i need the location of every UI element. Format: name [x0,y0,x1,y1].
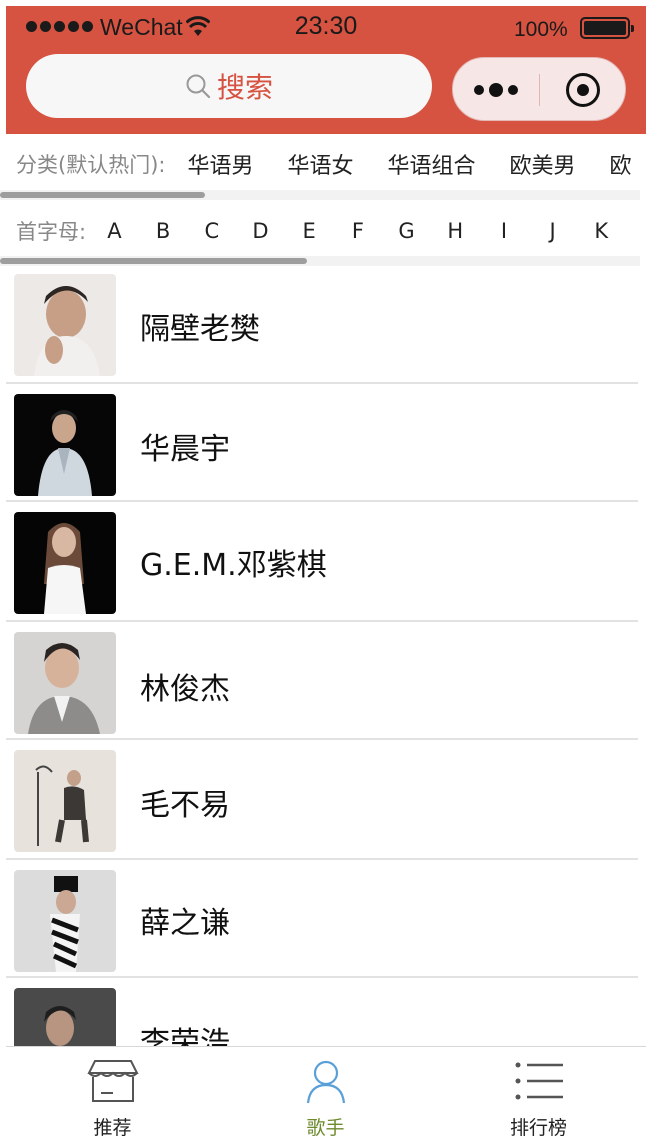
artist-avatar [14,750,116,852]
artist-name: 隔壁老樊 [140,312,260,347]
artist-avatar [14,988,116,1046]
artist-list[interactable]: 隔壁老樊 华晨宇 G.E.M.邓紫棋 林俊杰 毛不易 薛之谦 李荣浩 [6,266,646,1046]
more-menu-button[interactable] [453,58,539,122]
artist-avatar [14,870,116,972]
target-icon [566,73,600,107]
letter-item[interactable]: L [626,219,646,243]
category-item[interactable]: 欧美男 [510,148,576,180]
artist-avatar [14,274,116,376]
list-icon [515,1062,563,1100]
artist-name: 薛之谦 [140,906,230,941]
artist-avatar [14,632,116,734]
search-icon [186,74,211,99]
artist-row[interactable]: 李荣浩 [6,980,638,1046]
miniprogram-capsule [452,57,626,121]
close-miniprogram-button[interactable] [540,58,626,122]
letter-item[interactable]: H [431,219,480,243]
tab-label: 歌手 [306,1117,345,1139]
battery-percent: 100% [514,18,568,41]
letter-item[interactable]: F [334,219,383,243]
tab-singers[interactable]: 歌手 [219,1047,432,1143]
artist-name: 林俊杰 [140,672,230,707]
initial-label: 首字母: [16,220,87,244]
artist-avatar [14,394,116,496]
top-header: WeChat 23:30 100% 搜索 [6,6,646,134]
person-icon [306,1060,345,1104]
category-label: 分类(默认热门): [16,153,166,177]
artist-row[interactable]: G.E.M.邓紫棋 [6,504,638,622]
tab-label: 排行榜 [509,1117,567,1139]
status-bar: WeChat 23:30 100% [6,6,646,50]
artist-name: G.E.M.邓紫棋 [140,548,327,583]
artist-avatar [14,512,116,614]
category-scroll-thumb[interactable] [0,192,205,198]
letter-item[interactable]: B [139,219,188,243]
artist-name: 李荣浩 [140,1026,230,1046]
more-dot-icon [474,85,484,95]
letter-item[interactable]: J [528,219,577,243]
artist-row[interactable]: 隔壁老樊 [6,266,638,384]
artist-row[interactable]: 林俊杰 [6,622,638,740]
letter-item[interactable]: G [382,219,431,243]
battery-icon [580,17,634,39]
initial-scrollbar[interactable] [0,256,640,266]
search-placeholder: 搜索 [216,71,273,104]
artist-name: 华晨宇 [140,432,230,467]
category-item[interactable]: 欧 [610,148,632,180]
more-dot-icon [489,83,503,97]
more-dot-icon [508,85,518,95]
tab-recommend[interactable]: 推荐 [6,1047,219,1143]
tab-charts[interactable]: 排行榜 [432,1047,645,1143]
initial-scroll-thumb[interactable] [0,258,308,264]
letter-item[interactable]: C [187,219,236,243]
artist-name: 毛不易 [140,788,230,823]
store-icon [86,1060,139,1102]
tab-label: 推荐 [93,1117,132,1139]
artist-row[interactable]: 毛不易 [6,742,638,860]
category-item[interactable]: 华语女 [287,148,353,180]
letter-item[interactable]: E [285,219,334,243]
category-item[interactable]: 华语男 [187,148,253,180]
artist-row[interactable]: 华晨宇 [6,384,638,502]
letter-item[interactable]: K [577,219,626,243]
search-input[interactable]: 搜索 [26,54,432,118]
artist-row[interactable]: 薛之谦 [6,860,638,978]
letter-item[interactable]: I [480,219,529,243]
bottom-tab-bar: 推荐 歌手 排行榜 [6,1046,646,1142]
category-item[interactable]: 华语组合 [388,148,476,180]
category-scrollbar[interactable] [0,190,640,200]
letter-item[interactable]: D [236,219,285,243]
letter-item[interactable]: A [90,219,139,243]
